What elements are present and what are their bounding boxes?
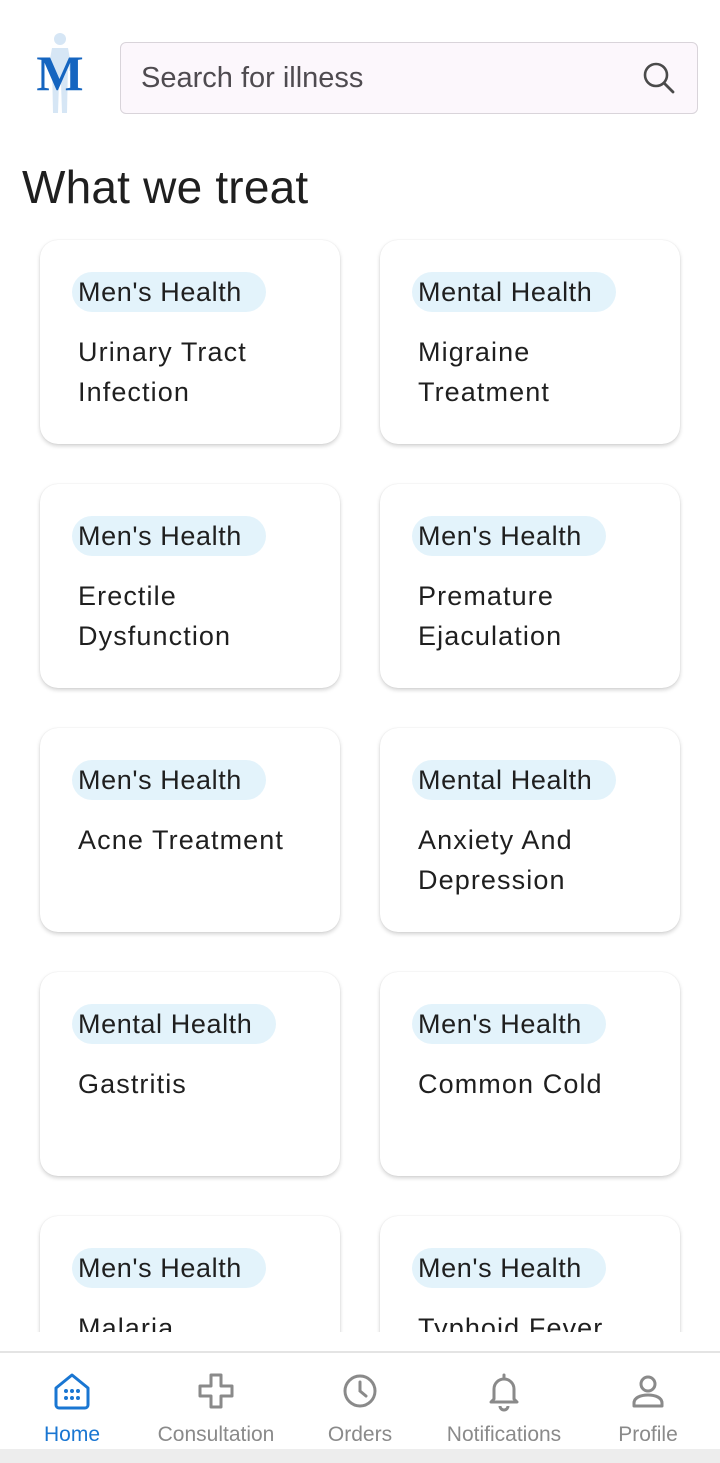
treatment-title: Acne Treatment	[78, 825, 284, 855]
search-bar[interactable]	[120, 42, 698, 114]
treatment-card[interactable]: Men's Health Urinary Tract Infection	[40, 240, 340, 444]
treatment-card[interactable]: Men's Health Typhoid Fever	[380, 1216, 680, 1332]
plus-cross-icon	[198, 1373, 234, 1409]
treatment-card[interactable]: Mental Health Anxiety And Depression	[380, 728, 680, 932]
app-logo: M	[36, 33, 84, 113]
treatment-card[interactable]: Men's Health Common Cold	[380, 972, 680, 1176]
treatment-title: Anxiety And Depression	[418, 825, 573, 895]
nav-label-profile: Profile	[618, 1423, 678, 1446]
treatment-card[interactable]: Men's Health Acne Treatment	[40, 728, 340, 932]
treatments-list[interactable]: Men's Health Urinary Tract Infection Men…	[0, 232, 720, 1332]
nav-item-home[interactable]: Home	[0, 1353, 144, 1451]
category-tag: Mental Health	[412, 760, 617, 800]
treatment-title: Malaria	[78, 1313, 175, 1332]
logo-letter: M	[36, 45, 83, 101]
treatment-card[interactable]: Men's Health Erectile Dysfunction	[40, 484, 340, 688]
treatment-card[interactable]: Mental Health Migraine Treatment	[380, 240, 680, 444]
bell-icon	[489, 1373, 519, 1412]
nav-label-orders: Orders	[327, 1423, 393, 1446]
section-title: What we treat	[22, 161, 309, 213]
nav-label-home: Home	[43, 1423, 101, 1446]
treatment-title: Gastritis	[78, 1069, 187, 1099]
nav-label-consultation: Consultation	[157, 1423, 275, 1446]
bottom-navigation: Home Consultation Orders Notifications P…	[0, 1351, 720, 1451]
treatment-card[interactable]: Mental Health Gastritis	[40, 972, 340, 1176]
nav-item-notifications[interactable]: Notifications	[432, 1353, 576, 1451]
treatments-grid: Men's Health Urinary Tract Infection Men…	[40, 240, 680, 1332]
search-input[interactable]	[141, 61, 633, 95]
category-tag: Men's Health	[72, 760, 266, 800]
person-icon	[632, 1375, 664, 1408]
treatment-title: Common Cold	[418, 1069, 603, 1099]
nav-label-notifications: Notifications	[446, 1423, 562, 1446]
nav-item-orders[interactable]: Orders	[288, 1353, 432, 1451]
category-tag: Men's Health	[412, 516, 606, 556]
treatment-card[interactable]: Men's Health Malaria	[40, 1216, 340, 1332]
clock-icon	[343, 1374, 377, 1408]
category-tag: Men's Health	[412, 1004, 606, 1044]
home-icon	[54, 1373, 90, 1410]
category-tag: Men's Health	[72, 516, 266, 556]
category-tag: Men's Health	[412, 1248, 606, 1288]
nav-item-profile[interactable]: Profile	[576, 1353, 720, 1451]
category-tag: Mental Health	[72, 1004, 277, 1044]
treatment-title: Migraine Treatment	[418, 337, 550, 407]
category-tag: Men's Health	[72, 272, 266, 312]
treatment-title: Typhoid Fever	[418, 1313, 604, 1332]
category-tag: Mental Health	[412, 272, 617, 312]
treatment-title: Urinary Tract Infection	[78, 337, 247, 407]
search-icon[interactable]	[641, 60, 677, 96]
treatment-title: Erectile Dysfunction	[78, 581, 232, 651]
treatment-title: Premature Ejaculation	[418, 581, 563, 651]
treatment-card[interactable]: Men's Health Premature Ejaculation	[380, 484, 680, 688]
nav-item-consultation[interactable]: Consultation	[144, 1353, 288, 1451]
category-tag: Men's Health	[72, 1248, 266, 1288]
system-gesture-bar	[0, 1449, 720, 1463]
